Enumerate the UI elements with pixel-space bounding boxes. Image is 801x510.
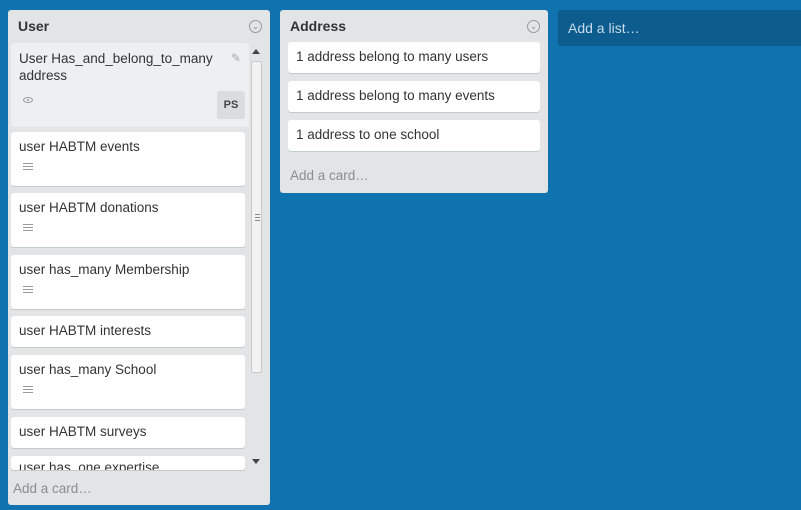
card-title: user HABTM surveys bbox=[19, 424, 147, 439]
add-list-label: Add a list… bbox=[568, 20, 640, 36]
card-title: user HABTM interests bbox=[19, 323, 152, 338]
card[interactable]: 1 address belong to many users bbox=[288, 42, 540, 73]
card-title: 1 address belong to many events bbox=[296, 88, 495, 103]
add-list-button[interactable]: Add a list… bbox=[558, 10, 801, 46]
avatar[interactable]: PS bbox=[217, 91, 245, 119]
description-icon bbox=[23, 163, 33, 172]
card-title: user HABTM events bbox=[19, 139, 140, 154]
card[interactable]: user has_one expertise bbox=[11, 456, 245, 470]
list-header[interactable]: User ⌄ bbox=[8, 10, 270, 44]
card-title: 1 address belong to many users bbox=[296, 49, 489, 64]
card[interactable]: user HABTM interests bbox=[11, 316, 245, 347]
card[interactable]: 1 address belong to many events bbox=[288, 81, 540, 112]
card[interactable]: user HABTM surveys bbox=[11, 417, 245, 448]
eye-icon bbox=[23, 97, 33, 103]
card[interactable]: user HABTM donations bbox=[11, 193, 245, 247]
card[interactable]: User Has_and_belong_to_many address ✎ PS bbox=[11, 43, 249, 127]
description-icon bbox=[23, 386, 33, 395]
list-title[interactable]: User bbox=[18, 18, 49, 34]
chevron-down-icon[interactable]: ⌄ bbox=[249, 20, 262, 33]
description-icon bbox=[23, 286, 33, 295]
grip-icon bbox=[255, 214, 260, 223]
card-title: user has_many Membership bbox=[19, 262, 190, 277]
card-title: 1 address to one school bbox=[296, 127, 440, 142]
card[interactable]: 1 address to one school bbox=[288, 120, 540, 151]
list-header[interactable]: Address ⌄ bbox=[280, 10, 548, 44]
card-title: user has_many School bbox=[19, 362, 157, 377]
scroll-down-arrow-icon[interactable] bbox=[252, 459, 260, 464]
card[interactable]: user HABTM events bbox=[11, 132, 245, 186]
add-card-link[interactable]: Add a card… bbox=[13, 481, 92, 496]
card-title: user has_one expertise bbox=[19, 460, 160, 470]
card[interactable]: user has_many Membership bbox=[11, 255, 245, 309]
chevron-down-icon[interactable]: ⌄ bbox=[527, 20, 540, 33]
scroll-thumb[interactable] bbox=[251, 61, 262, 373]
pencil-icon[interactable]: ✎ bbox=[231, 51, 241, 65]
scroll-up-arrow-icon[interactable] bbox=[252, 49, 260, 54]
scrollbar[interactable] bbox=[248, 43, 266, 473]
card-title: User Has_and_belong_to_many address bbox=[19, 51, 213, 83]
description-icon bbox=[23, 224, 33, 233]
list-title[interactable]: Address bbox=[290, 18, 346, 34]
card-title: user HABTM donations bbox=[19, 200, 159, 215]
add-card-link[interactable]: Add a card… bbox=[290, 168, 369, 183]
list-user: User ⌄ User Has_and_belong_to_many addre… bbox=[8, 10, 270, 505]
card[interactable]: user has_many School bbox=[11, 355, 245, 409]
list-address: Address ⌄ 1 address belong to many users… bbox=[280, 10, 548, 193]
